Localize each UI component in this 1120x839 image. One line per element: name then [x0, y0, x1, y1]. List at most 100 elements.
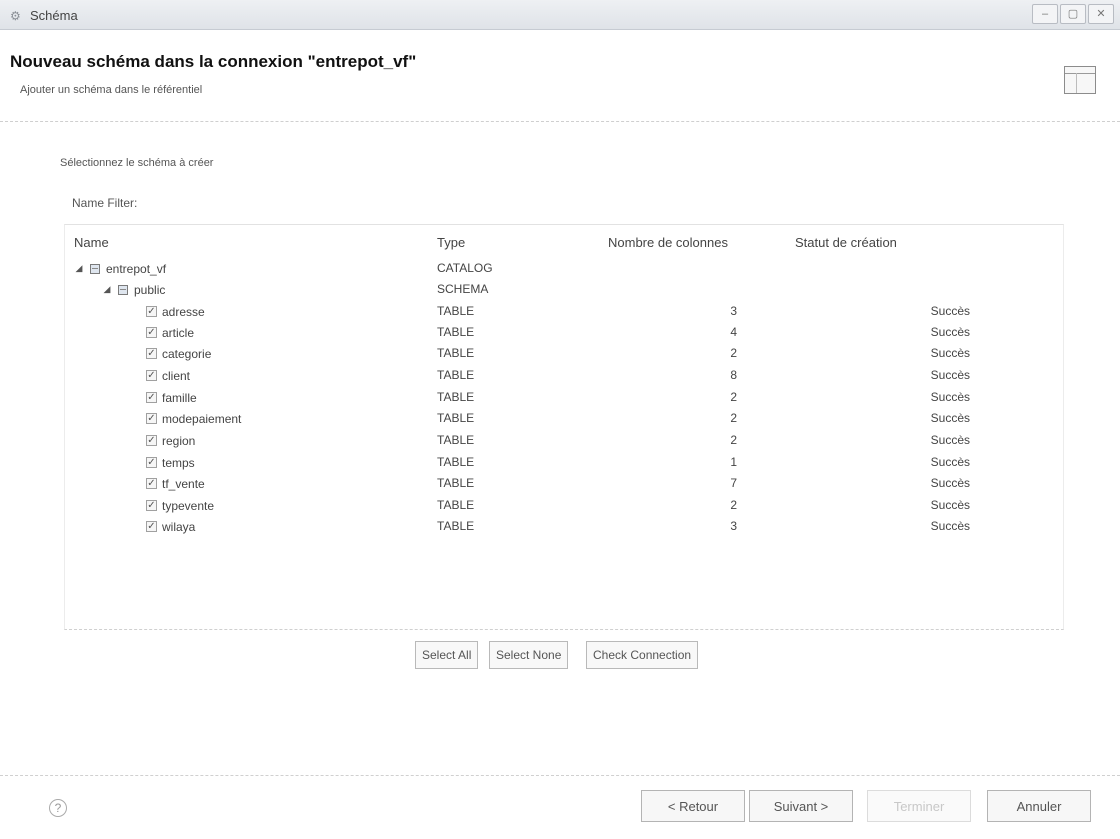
finish-button[interactable]: Terminer	[867, 790, 971, 822]
table-name: adresse	[162, 304, 205, 319]
table-type: TABLE	[437, 346, 475, 360]
tree-row-schema[interactable]: ◢ public SCHEMA	[64, 279, 1064, 300]
table-type: TABLE	[437, 304, 475, 318]
table-type: TABLE	[437, 498, 475, 512]
table-type: TABLE	[437, 476, 475, 490]
column-header-column-count[interactable]: Nombre de colonnes	[608, 235, 728, 250]
window-controls: – ▢ ✕	[1032, 4, 1114, 24]
row-checkbox[interactable]: ✓	[146, 348, 157, 359]
table-name: tf_vente	[162, 476, 205, 491]
table-row[interactable]: ✓ adresse TABLE 3 Succès	[64, 301, 1064, 322]
table-type: TABLE	[437, 433, 475, 447]
table-row[interactable]: ✓ tf_vente TABLE 7 Succès	[64, 473, 1064, 494]
table-type: TABLE	[437, 455, 475, 469]
select-all-button[interactable]: Select All	[415, 641, 479, 669]
table-row[interactable]: ✓ modepaiement TABLE 2 Succès	[64, 408, 1064, 429]
row-checkbox[interactable]: ✓	[146, 413, 157, 424]
column-count: 2	[730, 498, 737, 512]
wizard-header: Nouveau schéma dans la connexion "entrep…	[0, 30, 1120, 122]
select-schema-label: Sélectionnez le schéma à créer	[60, 157, 214, 169]
window-titlebar: ⚙ Schéma – ▢ ✕	[0, 0, 1120, 30]
creation-status: Succès	[930, 390, 970, 404]
creation-status: Succès	[930, 304, 970, 318]
row-checkbox[interactable]: ✓	[146, 392, 157, 403]
schema-name: public	[134, 282, 166, 297]
table-name: famille	[162, 390, 197, 405]
table-row[interactable]: ✓ article TABLE 4 Succès	[64, 322, 1064, 343]
row-checkbox[interactable]: ✓	[146, 306, 157, 317]
column-header-type[interactable]: Type	[437, 235, 465, 250]
column-count: 2	[730, 411, 737, 425]
close-button[interactable]: ✕	[1088, 4, 1114, 24]
row-checkbox[interactable]: ✓	[146, 457, 157, 468]
row-checkbox[interactable]: ✓	[146, 370, 157, 381]
creation-status: Succès	[930, 346, 970, 360]
creation-status: Succès	[930, 325, 970, 339]
table-name: article	[162, 325, 195, 340]
catalog-type: CATALOG	[437, 261, 493, 275]
column-count: 2	[730, 390, 737, 404]
table-icon	[1064, 66, 1096, 94]
table-type: TABLE	[437, 390, 475, 404]
column-count: 3	[730, 519, 737, 533]
column-header-creation-status[interactable]: Statut de création	[795, 235, 897, 250]
window-title: Schéma	[30, 8, 78, 23]
column-header-name[interactable]: Name	[74, 235, 109, 250]
schema-type: SCHEMA	[437, 282, 489, 296]
minimize-button[interactable]: –	[1032, 4, 1058, 24]
row-checkbox[interactable]: ✓	[146, 478, 157, 489]
app-icon: ⚙	[10, 9, 21, 23]
help-icon[interactable]: ?	[49, 799, 67, 817]
table-name: typevente	[162, 498, 215, 513]
table-name: client	[162, 368, 191, 383]
catalog-name: entrepot_vf	[106, 261, 167, 276]
column-count: 2	[730, 433, 737, 447]
table-name: categorie	[162, 346, 212, 361]
cancel-button[interactable]: Annuler	[987, 790, 1091, 822]
column-count: 3	[730, 304, 737, 318]
maximize-button[interactable]: ▢	[1060, 4, 1086, 24]
table-row[interactable]: ✓ famille TABLE 2 Succès	[64, 387, 1064, 408]
table-name: temps	[162, 455, 195, 470]
row-checkbox[interactable]: ✓	[146, 521, 157, 532]
row-checkbox[interactable]: ✓	[146, 500, 157, 511]
table-row[interactable]: ✓ temps TABLE 1 Succès	[64, 452, 1064, 473]
column-count: 8	[730, 368, 737, 382]
creation-status: Succès	[930, 498, 970, 512]
table-row[interactable]: ✓ client TABLE 8 Succès	[64, 365, 1064, 386]
table-row[interactable]: ✓ region TABLE 2 Succès	[64, 430, 1064, 451]
column-count: 2	[730, 346, 737, 360]
table-name: region	[162, 433, 196, 448]
creation-status: Succès	[930, 433, 970, 447]
row-checkbox[interactable]: ✓	[146, 327, 157, 338]
table-name: wilaya	[162, 519, 196, 534]
table-name: modepaiement	[162, 411, 242, 426]
page-subtitle: Ajouter un schéma dans le référentiel	[20, 84, 203, 96]
check-connection-button[interactable]: Check Connection	[586, 641, 699, 669]
name-filter-label: Name Filter:	[72, 196, 138, 210]
creation-status: Succès	[930, 411, 970, 425]
expand-arrow-icon[interactable]: ◢	[102, 284, 112, 295]
table-row[interactable]: ✓ categorie TABLE 2 Succès	[64, 343, 1064, 364]
page-title: Nouveau schéma dans la connexion "entrep…	[10, 52, 417, 71]
table-row[interactable]: ✓ wilaya TABLE 3 Succès	[64, 516, 1064, 537]
expand-arrow-icon[interactable]: ◢	[74, 263, 84, 274]
tree-row-catalog[interactable]: ◢ entrepot_vf CATALOG	[64, 258, 1064, 279]
table-type: TABLE	[437, 519, 475, 533]
table-row[interactable]: ✓ typevente TABLE 2 Succès	[64, 495, 1064, 516]
back-button[interactable]: < Retour	[641, 790, 745, 822]
creation-status: Succès	[930, 476, 970, 490]
column-count: 4	[730, 325, 737, 339]
table-type: TABLE	[437, 368, 475, 382]
creation-status: Succès	[930, 519, 970, 533]
creation-status: Succès	[930, 368, 970, 382]
column-count: 7	[730, 476, 737, 490]
select-none-button[interactable]: Select None	[489, 641, 569, 669]
name-filter-input[interactable]	[150, 192, 1050, 212]
next-button[interactable]: Suivant >	[749, 790, 853, 822]
table-type: TABLE	[437, 411, 475, 425]
row-checkbox[interactable]: ✓	[146, 435, 157, 446]
column-count: 1	[730, 455, 737, 469]
database-icon	[90, 263, 100, 274]
table-type: TABLE	[437, 325, 475, 339]
